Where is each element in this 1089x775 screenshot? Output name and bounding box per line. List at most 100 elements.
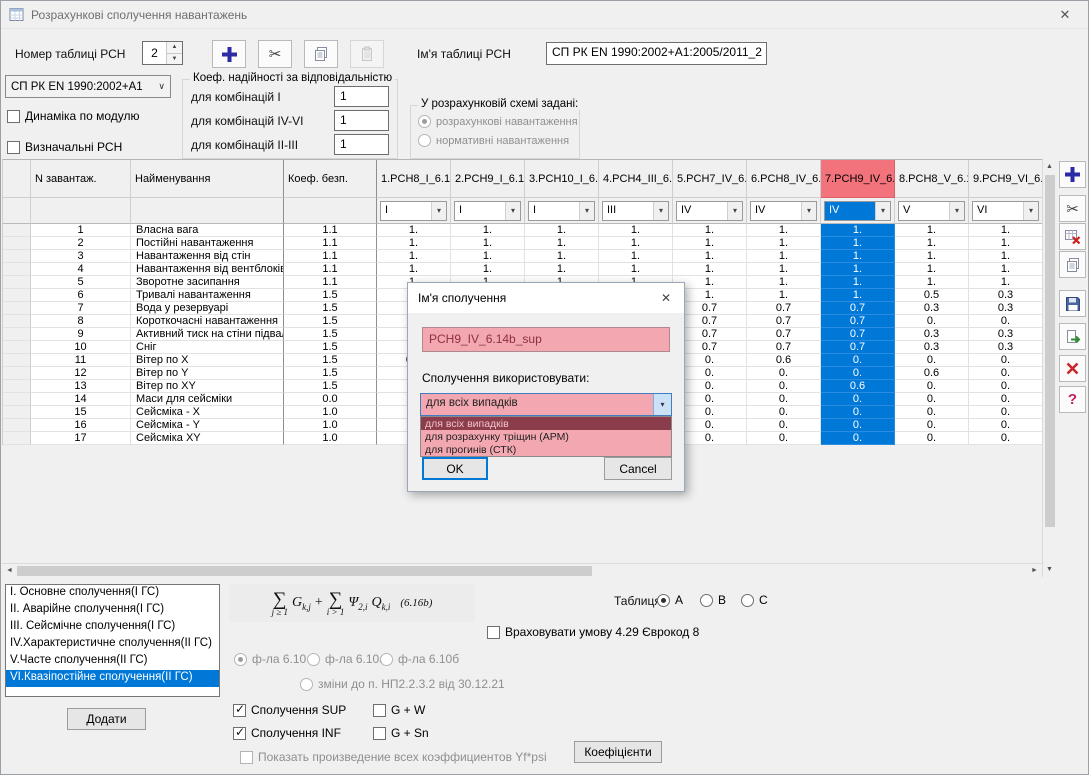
cell-coefficient-value[interactable]: 1. — [525, 263, 599, 276]
cell-coefficient-value[interactable]: 1. — [821, 276, 895, 289]
vertical-scrollbar[interactable]: ▲ ▼ — [1042, 159, 1056, 577]
combo-column-header[interactable]: 8.PCH8_V_6.1 — [895, 160, 969, 198]
cell-load-name[interactable]: Активний тиск на стіни підвалу — [131, 328, 284, 341]
code-select[interactable]: СП РК EN 1990:2002+А1 ∨ — [5, 75, 171, 98]
cell-load-number[interactable]: 1 — [31, 224, 131, 237]
cell-coefficient-value[interactable]: 1. — [673, 224, 747, 237]
cell-coefficient-value[interactable]: 1. — [821, 237, 895, 250]
cell-coefficient-value[interactable]: 1. — [895, 250, 969, 263]
cell-safety-coef[interactable]: 1.5 — [284, 302, 377, 315]
cell-coefficient-value[interactable]: 1. — [525, 224, 599, 237]
cell-safety-coef[interactable]: 0.0 — [284, 393, 377, 406]
scroll-left-icon[interactable]: ◄ — [2, 564, 17, 577]
cell-coefficient-value[interactable]: 0.7 — [747, 328, 821, 341]
cell-coefficient-value[interactable]: 1. — [747, 237, 821, 250]
list-item[interactable]: IV.Характеристичне сполучення(II ГС) — [6, 636, 219, 653]
cell-coefficient-value[interactable]: 1. — [525, 250, 599, 263]
check-eurocode-condition[interactable]: Враховувати умову 4.29 Єврокод 8 — [487, 625, 699, 639]
cell-safety-coef[interactable]: 1.1 — [284, 237, 377, 250]
scrollbar-thumb[interactable] — [17, 566, 592, 576]
copy-table-button[interactable] — [304, 40, 338, 68]
add-button[interactable]: Додати — [67, 708, 146, 730]
scroll-down-icon[interactable]: ▼ — [1043, 562, 1056, 577]
cell-load-name[interactable]: Вітер по Y — [131, 367, 284, 380]
cell-coefficient-value[interactable]: 0. — [821, 393, 895, 406]
cell-coefficient-value[interactable]: 1. — [599, 263, 673, 276]
cell-coefficient-value[interactable]: 0.6 — [747, 354, 821, 367]
cell-safety-coef[interactable]: 1.0 — [284, 432, 377, 445]
cell-load-name[interactable]: Власна вага — [131, 224, 284, 237]
cell-load-number[interactable]: 14 — [31, 393, 131, 406]
combination-type-select[interactable]: IV▾ — [824, 201, 891, 221]
cell-coefficient-value[interactable]: 0.6 — [895, 367, 969, 380]
cell-safety-coef[interactable]: 1.5 — [284, 341, 377, 354]
chevron-down-icon[interactable]: ▾ — [727, 202, 742, 220]
radio-table-a[interactable]: A — [657, 593, 683, 607]
cell-coefficient-value[interactable]: 0.7 — [821, 302, 895, 315]
cell-load-number[interactable]: 2 — [31, 237, 131, 250]
list-item[interactable]: VI.Квазіпостійне сполучення(II ГС) — [6, 670, 219, 687]
add-table-button[interactable] — [212, 40, 246, 68]
cell-coefficient-value[interactable]: 0. — [895, 432, 969, 445]
row-header[interactable] — [3, 263, 31, 276]
row-header[interactable] — [3, 224, 31, 237]
cell-coefficient-value[interactable]: 1. — [451, 224, 525, 237]
row-header[interactable] — [3, 419, 31, 432]
check-g-plus-sn[interactable]: G + Sn — [373, 726, 429, 740]
copy-combination-button[interactable] — [1059, 251, 1086, 278]
horizontal-scrollbar[interactable]: ◄ ► — [2, 563, 1042, 577]
cell-coefficient-value[interactable]: 1. — [969, 250, 1043, 263]
cell-coefficient-value[interactable]: 0. — [895, 315, 969, 328]
combo-column-header[interactable]: 3.PCH10_I_6. — [525, 160, 599, 198]
cell-coefficient-value[interactable]: 0.3 — [969, 289, 1043, 302]
cell-coefficient-value[interactable]: 1. — [451, 250, 525, 263]
list-item[interactable]: III. Сейсмічне сполучення(I ГС) — [6, 619, 219, 636]
cell-coefficient-value[interactable]: 1. — [747, 224, 821, 237]
cell-load-number[interactable]: 11 — [31, 354, 131, 367]
cell-load-number[interactable]: 10 — [31, 341, 131, 354]
scroll-right-icon[interactable]: ► — [1027, 564, 1042, 577]
delete-table-button[interactable] — [1059, 223, 1086, 250]
cell-coefficient-value[interactable]: 0.7 — [747, 302, 821, 315]
export-button[interactable] — [1059, 323, 1086, 350]
cell-safety-coef[interactable]: 1.1 — [284, 263, 377, 276]
cell-coefficient-value[interactable]: 1. — [969, 237, 1043, 250]
cell-load-number[interactable]: 17 — [31, 432, 131, 445]
cell-coefficient-value[interactable]: 0. — [969, 380, 1043, 393]
combo-column-header[interactable]: 1.PCH8_I_6.1( — [377, 160, 451, 198]
cell-coefficient-value[interactable]: 0. — [895, 406, 969, 419]
cell-safety-coef[interactable]: 1.5 — [284, 315, 377, 328]
cell-load-number[interactable]: 3 — [31, 250, 131, 263]
cell-coefficient-value[interactable]: 0. — [821, 432, 895, 445]
combination-type-list[interactable]: I. Основне сполучення(I ГС) II. Аварійне… — [5, 584, 220, 697]
cell-load-number[interactable]: 9 — [31, 328, 131, 341]
cell-coefficient-value[interactable]: 1. — [599, 250, 673, 263]
cancel-button[interactable]: Cancel — [604, 457, 672, 480]
cell-load-name[interactable]: Сейсміка - Y — [131, 419, 284, 432]
combination-type-select[interactable]: V▾ — [898, 201, 965, 221]
cell-coefficient-value[interactable]: 1. — [895, 237, 969, 250]
combination-type-select[interactable]: I▾ — [454, 201, 521, 221]
cell-safety-coef[interactable]: 1.0 — [284, 406, 377, 419]
chevron-down-icon[interactable]: ▾ — [505, 202, 520, 220]
usage-option[interactable]: для всіх випадків — [421, 417, 671, 430]
cell-coefficient-value[interactable]: 0. — [969, 354, 1043, 367]
cut-combination-button[interactable]: ✂ — [1059, 195, 1086, 222]
cell-coefficient-value[interactable]: 1. — [895, 263, 969, 276]
combo-column-header[interactable]: 2.PCH9_I_6.1( — [451, 160, 525, 198]
cell-coefficient-value[interactable]: 1. — [599, 224, 673, 237]
column-header-number[interactable]: N завантаж. — [31, 160, 131, 198]
row-header[interactable] — [3, 302, 31, 315]
cell-coefficient-value[interactable]: 0. — [895, 380, 969, 393]
cell-coefficient-value[interactable]: 1. — [377, 237, 451, 250]
scrollbar-thumb[interactable] — [1045, 175, 1055, 527]
cell-coefficient-value[interactable]: 0. — [969, 406, 1043, 419]
cell-coefficient-value[interactable]: 1. — [377, 224, 451, 237]
cell-coefficient-value[interactable]: 0.7 — [747, 315, 821, 328]
save-button[interactable] — [1059, 290, 1086, 317]
cell-load-number[interactable]: 12 — [31, 367, 131, 380]
cell-safety-coef[interactable]: 1.5 — [284, 354, 377, 367]
list-item[interactable]: I. Основне сполучення(I ГС) — [6, 585, 219, 602]
combination-type-select[interactable]: IV▾ — [676, 201, 743, 221]
cell-coefficient-value[interactable]: 0. — [747, 406, 821, 419]
